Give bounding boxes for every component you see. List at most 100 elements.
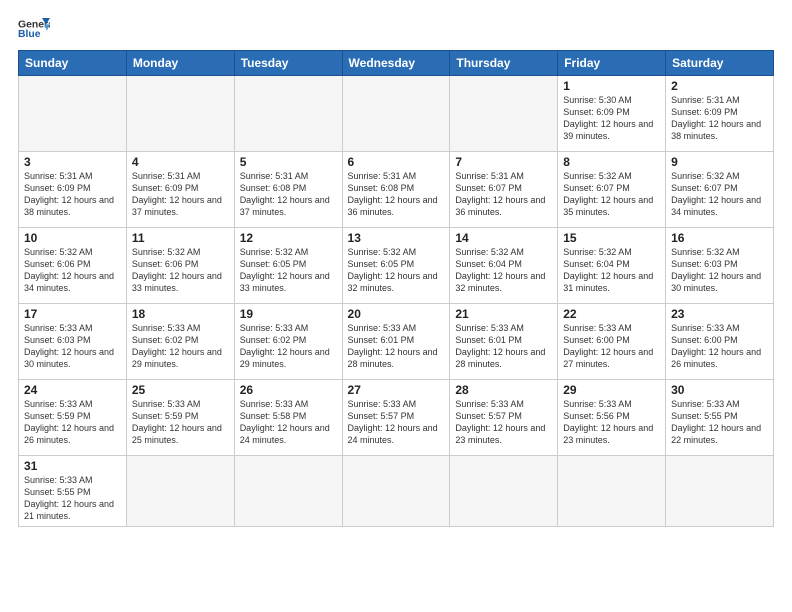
calendar-cell: 23Sunrise: 5:33 AM Sunset: 6:00 PM Dayli…: [666, 304, 774, 380]
day-number: 3: [24, 155, 121, 169]
calendar-cell: 29Sunrise: 5:33 AM Sunset: 5:56 PM Dayli…: [558, 380, 666, 456]
calendar-cell: 8Sunrise: 5:32 AM Sunset: 6:07 PM Daylig…: [558, 152, 666, 228]
calendar-week-row: 3Sunrise: 5:31 AM Sunset: 6:09 PM Daylig…: [19, 152, 774, 228]
calendar-cell: 25Sunrise: 5:33 AM Sunset: 5:59 PM Dayli…: [126, 380, 234, 456]
day-info: Sunrise: 5:33 AM Sunset: 6:01 PM Dayligh…: [348, 322, 445, 371]
day-number: 15: [563, 231, 660, 245]
day-info: Sunrise: 5:32 AM Sunset: 6:04 PM Dayligh…: [455, 246, 552, 295]
day-number: 10: [24, 231, 121, 245]
calendar-cell: 20Sunrise: 5:33 AM Sunset: 6:01 PM Dayli…: [342, 304, 450, 380]
calendar-cell: 31Sunrise: 5:33 AM Sunset: 5:55 PM Dayli…: [19, 456, 127, 527]
day-number: 18: [132, 307, 229, 321]
day-info: Sunrise: 5:33 AM Sunset: 6:02 PM Dayligh…: [240, 322, 337, 371]
calendar-cell: 28Sunrise: 5:33 AM Sunset: 5:57 PM Dayli…: [450, 380, 558, 456]
calendar-cell: [234, 76, 342, 152]
day-info: Sunrise: 5:33 AM Sunset: 6:00 PM Dayligh…: [671, 322, 768, 371]
day-info: Sunrise: 5:32 AM Sunset: 6:05 PM Dayligh…: [348, 246, 445, 295]
day-info: Sunrise: 5:32 AM Sunset: 6:04 PM Dayligh…: [563, 246, 660, 295]
day-number: 16: [671, 231, 768, 245]
day-info: Sunrise: 5:33 AM Sunset: 5:56 PM Dayligh…: [563, 398, 660, 447]
calendar-cell: 14Sunrise: 5:32 AM Sunset: 6:04 PM Dayli…: [450, 228, 558, 304]
day-number: 26: [240, 383, 337, 397]
day-info: Sunrise: 5:33 AM Sunset: 5:58 PM Dayligh…: [240, 398, 337, 447]
calendar-cell: [126, 456, 234, 527]
calendar-cell: 3Sunrise: 5:31 AM Sunset: 6:09 PM Daylig…: [19, 152, 127, 228]
day-number: 22: [563, 307, 660, 321]
day-number: 31: [24, 459, 121, 473]
calendar-header-tuesday: Tuesday: [234, 51, 342, 76]
day-info: Sunrise: 5:33 AM Sunset: 5:57 PM Dayligh…: [455, 398, 552, 447]
day-info: Sunrise: 5:33 AM Sunset: 5:59 PM Dayligh…: [24, 398, 121, 447]
day-info: Sunrise: 5:32 AM Sunset: 6:06 PM Dayligh…: [132, 246, 229, 295]
calendar-cell: [342, 76, 450, 152]
day-info: Sunrise: 5:32 AM Sunset: 6:05 PM Dayligh…: [240, 246, 337, 295]
day-number: 23: [671, 307, 768, 321]
calendar-week-row: 17Sunrise: 5:33 AM Sunset: 6:03 PM Dayli…: [19, 304, 774, 380]
calendar-cell: 5Sunrise: 5:31 AM Sunset: 6:08 PM Daylig…: [234, 152, 342, 228]
calendar-header-sunday: Sunday: [19, 51, 127, 76]
day-info: Sunrise: 5:33 AM Sunset: 5:55 PM Dayligh…: [24, 474, 121, 523]
day-info: Sunrise: 5:31 AM Sunset: 6:09 PM Dayligh…: [24, 170, 121, 219]
day-number: 21: [455, 307, 552, 321]
calendar-cell: 4Sunrise: 5:31 AM Sunset: 6:09 PM Daylig…: [126, 152, 234, 228]
day-number: 13: [348, 231, 445, 245]
day-number: 25: [132, 383, 229, 397]
day-info: Sunrise: 5:33 AM Sunset: 5:59 PM Dayligh…: [132, 398, 229, 447]
day-info: Sunrise: 5:31 AM Sunset: 6:08 PM Dayligh…: [348, 170, 445, 219]
day-info: Sunrise: 5:32 AM Sunset: 6:07 PM Dayligh…: [671, 170, 768, 219]
day-info: Sunrise: 5:33 AM Sunset: 6:00 PM Dayligh…: [563, 322, 660, 371]
calendar-cell: 13Sunrise: 5:32 AM Sunset: 6:05 PM Dayli…: [342, 228, 450, 304]
day-number: 27: [348, 383, 445, 397]
day-info: Sunrise: 5:30 AM Sunset: 6:09 PM Dayligh…: [563, 94, 660, 143]
calendar-cell: 22Sunrise: 5:33 AM Sunset: 6:00 PM Dayli…: [558, 304, 666, 380]
day-number: 17: [24, 307, 121, 321]
calendar-header-wednesday: Wednesday: [342, 51, 450, 76]
day-info: Sunrise: 5:33 AM Sunset: 6:02 PM Dayligh…: [132, 322, 229, 371]
day-info: Sunrise: 5:33 AM Sunset: 6:03 PM Dayligh…: [24, 322, 121, 371]
calendar-cell: 27Sunrise: 5:33 AM Sunset: 5:57 PM Dayli…: [342, 380, 450, 456]
day-number: 30: [671, 383, 768, 397]
generalblue-logo-icon: General Blue: [18, 16, 50, 44]
day-number: 12: [240, 231, 337, 245]
calendar-cell: 19Sunrise: 5:33 AM Sunset: 6:02 PM Dayli…: [234, 304, 342, 380]
calendar-header-saturday: Saturday: [666, 51, 774, 76]
day-info: Sunrise: 5:32 AM Sunset: 6:06 PM Dayligh…: [24, 246, 121, 295]
day-number: 8: [563, 155, 660, 169]
day-number: 20: [348, 307, 445, 321]
calendar-cell: [19, 76, 127, 152]
day-number: 19: [240, 307, 337, 321]
logo: General Blue: [18, 16, 50, 44]
calendar-cell: [342, 456, 450, 527]
header: General Blue: [18, 16, 774, 44]
day-number: 28: [455, 383, 552, 397]
calendar-cell: 30Sunrise: 5:33 AM Sunset: 5:55 PM Dayli…: [666, 380, 774, 456]
calendar-week-row: 24Sunrise: 5:33 AM Sunset: 5:59 PM Dayli…: [19, 380, 774, 456]
day-info: Sunrise: 5:32 AM Sunset: 6:03 PM Dayligh…: [671, 246, 768, 295]
calendar-cell: 18Sunrise: 5:33 AM Sunset: 6:02 PM Dayli…: [126, 304, 234, 380]
day-info: Sunrise: 5:33 AM Sunset: 5:55 PM Dayligh…: [671, 398, 768, 447]
calendar-cell: [126, 76, 234, 152]
day-number: 14: [455, 231, 552, 245]
day-info: Sunrise: 5:31 AM Sunset: 6:09 PM Dayligh…: [132, 170, 229, 219]
calendar-cell: 16Sunrise: 5:32 AM Sunset: 6:03 PM Dayli…: [666, 228, 774, 304]
calendar-cell: [234, 456, 342, 527]
svg-text:Blue: Blue: [18, 29, 41, 40]
calendar-cell: 21Sunrise: 5:33 AM Sunset: 6:01 PM Dayli…: [450, 304, 558, 380]
day-number: 9: [671, 155, 768, 169]
calendar-cell: 1Sunrise: 5:30 AM Sunset: 6:09 PM Daylig…: [558, 76, 666, 152]
calendar-cell: 26Sunrise: 5:33 AM Sunset: 5:58 PM Dayli…: [234, 380, 342, 456]
calendar-cell: 9Sunrise: 5:32 AM Sunset: 6:07 PM Daylig…: [666, 152, 774, 228]
calendar-cell: 2Sunrise: 5:31 AM Sunset: 6:09 PM Daylig…: [666, 76, 774, 152]
day-number: 1: [563, 79, 660, 93]
page: General Blue SundayMondayTuesdayWednesda…: [0, 0, 792, 612]
calendar-cell: [450, 76, 558, 152]
day-number: 11: [132, 231, 229, 245]
day-number: 29: [563, 383, 660, 397]
calendar-week-row: 31Sunrise: 5:33 AM Sunset: 5:55 PM Dayli…: [19, 456, 774, 527]
day-info: Sunrise: 5:31 AM Sunset: 6:09 PM Dayligh…: [671, 94, 768, 143]
calendar-cell: [558, 456, 666, 527]
calendar-header-friday: Friday: [558, 51, 666, 76]
calendar-cell: 15Sunrise: 5:32 AM Sunset: 6:04 PM Dayli…: [558, 228, 666, 304]
day-info: Sunrise: 5:32 AM Sunset: 6:07 PM Dayligh…: [563, 170, 660, 219]
day-number: 24: [24, 383, 121, 397]
